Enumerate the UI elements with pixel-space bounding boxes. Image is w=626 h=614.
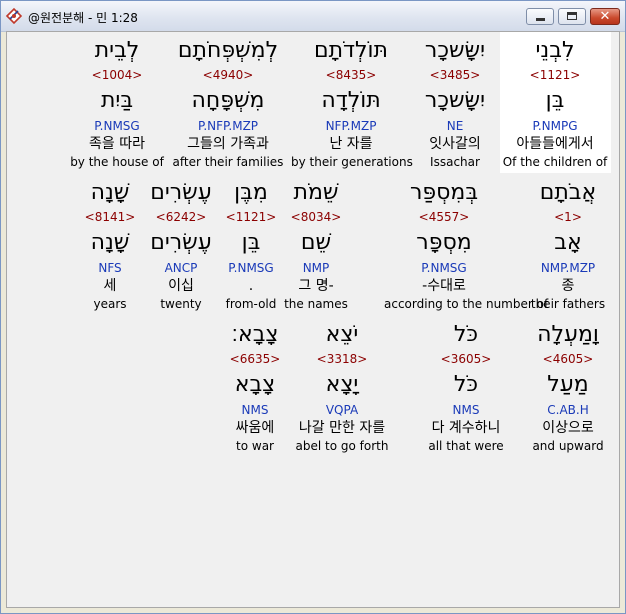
hebrew-word: לְמִשְׁפְּחֹתָם bbox=[177, 38, 279, 63]
parsing-code: NMS bbox=[241, 403, 269, 417]
close-button[interactable]: ✕ bbox=[590, 8, 620, 25]
app-logo-icon bbox=[5, 7, 23, 25]
hebrew-word: בְּמִסְפַּר bbox=[409, 180, 479, 205]
strong-number: <8435> bbox=[325, 68, 377, 82]
parsing-code: NFS bbox=[98, 261, 122, 275]
lemma: מִשְׁפָּחָה bbox=[191, 88, 265, 113]
english-gloss: by their generations bbox=[291, 155, 413, 169]
lemma: כֹּל bbox=[453, 372, 479, 397]
word-cell[interactable]: לְבֵית <1004> בַּיִת P.NMSG 족을 따라 by the hous… bbox=[57, 38, 177, 169]
app-window: @원전분해 - 민 1:28 ✕ לִבְנֵי <1121> בֵּן P.NMPG… bbox=[0, 0, 626, 614]
parsing-code: NE bbox=[446, 119, 464, 133]
english-gloss: by the house of bbox=[70, 155, 164, 169]
english-gloss: after their families bbox=[172, 155, 284, 169]
parsing-code: P.NFP.MZP bbox=[197, 119, 259, 133]
strong-number: <3605> bbox=[440, 352, 492, 366]
minimize-button[interactable] bbox=[526, 8, 554, 25]
korean-gloss: 다 계수하니 bbox=[431, 420, 501, 436]
korean-gloss: 싸움에 bbox=[235, 420, 275, 436]
title-bar[interactable]: @원전분해 - 민 1:28 ✕ bbox=[1, 1, 625, 32]
parsing-code: NFP.MZP bbox=[325, 119, 377, 133]
word-cell[interactable]: שָׁנָה <8141> שָׁנָה NFS 세 years bbox=[50, 180, 170, 311]
korean-gloss: 족을 따라 bbox=[89, 136, 145, 152]
strong-number: <4940> bbox=[202, 68, 254, 82]
strong-number: <1> bbox=[554, 210, 582, 224]
strong-number: <8141> bbox=[84, 210, 136, 224]
parsing-code: NMS bbox=[452, 403, 480, 417]
minimize-icon bbox=[536, 18, 545, 21]
hebrew-word: אֲבֹתָם bbox=[539, 180, 597, 205]
lemma: תּוֹלְדָה bbox=[321, 88, 381, 113]
english-gloss: years bbox=[93, 297, 127, 311]
korean-gloss: 그들의 가족과 bbox=[187, 136, 269, 152]
word-cell[interactable]: בְּמִסְפַּר <4557> מִסְפָּר P.NMSG -수대로 accor… bbox=[384, 180, 549, 311]
lemma: בַּיִת bbox=[100, 88, 134, 113]
hebrew-word: כֹּל bbox=[453, 322, 479, 347]
lemma: יִשָּׂשכָר bbox=[424, 88, 486, 113]
word-cell[interactable]: לְמִשְׁפְּחֹתָם <4940> מִשְׁפָּחָה P.NFP.MZ… bbox=[168, 38, 288, 169]
korean-gloss: -수대로 bbox=[422, 278, 466, 294]
word-cell[interactable]: תּוֹלְדֹתָם <8435> תּוֹלְדָה NFP.MZP 난 자를 by … bbox=[291, 38, 413, 169]
strong-number: <4557> bbox=[418, 210, 470, 224]
lemma: מִסְפָּר bbox=[416, 230, 472, 255]
maximize-icon bbox=[567, 12, 577, 20]
korean-gloss: 종 bbox=[561, 278, 575, 294]
window-title: @원전분해 - 민 1:28 bbox=[28, 11, 138, 25]
lemma: צָבָא bbox=[234, 372, 276, 397]
parsing-code: P.NMSG bbox=[421, 261, 467, 275]
word-cell[interactable]: צָבָא׃ <6635> צָבָא NMS 싸움에 to war bbox=[195, 322, 315, 453]
english-gloss: Issachar bbox=[430, 155, 480, 169]
english-gloss: to war bbox=[236, 439, 274, 453]
close-icon: ✕ bbox=[599, 9, 611, 24]
english-gloss: all that were bbox=[428, 439, 504, 453]
lemma: אָב bbox=[554, 230, 582, 255]
maximize-button[interactable] bbox=[558, 8, 586, 25]
lemma: שָׁנָה bbox=[90, 230, 130, 255]
korean-gloss: 잇사갈의 bbox=[429, 136, 481, 152]
korean-gloss: 난 자를 bbox=[329, 136, 373, 152]
strong-number: <6635> bbox=[229, 352, 281, 366]
hebrew-word: לְבֵית bbox=[94, 38, 140, 63]
hebrew-word: שָׁנָה bbox=[90, 180, 130, 205]
hebrew-word: תּוֹלְדֹתָם bbox=[313, 38, 389, 63]
parsing-code: NMP.MZP bbox=[540, 261, 596, 275]
hebrew-word: יִשָּׂשכָר bbox=[424, 38, 486, 63]
parsing-code: P.NMSG bbox=[94, 119, 140, 133]
word-cell[interactable]: יִשָּׂשכָר <3485> יִשָּׂשכָר NE 잇사갈의 Issachar bbox=[395, 38, 515, 169]
word-cell[interactable]: כֹּל <3605> כֹּל NMS 다 계수하니 all that were bbox=[406, 322, 526, 453]
english-gloss: according to the number of bbox=[384, 297, 549, 311]
strong-number: <3485> bbox=[429, 68, 481, 82]
hebrew-word: צָבָא׃ bbox=[231, 322, 279, 347]
word-cell[interactable]: אֲבֹתָם <1> אָב NMP.MZP 종 their fathers bbox=[508, 180, 626, 311]
interlinear-panel[interactable]: לִבְנֵי <1121> בֵּן P.NMPG 아들들에게서 Of the chil… bbox=[6, 31, 620, 608]
strong-number: <1004> bbox=[91, 68, 143, 82]
korean-gloss: 세 bbox=[103, 278, 117, 294]
